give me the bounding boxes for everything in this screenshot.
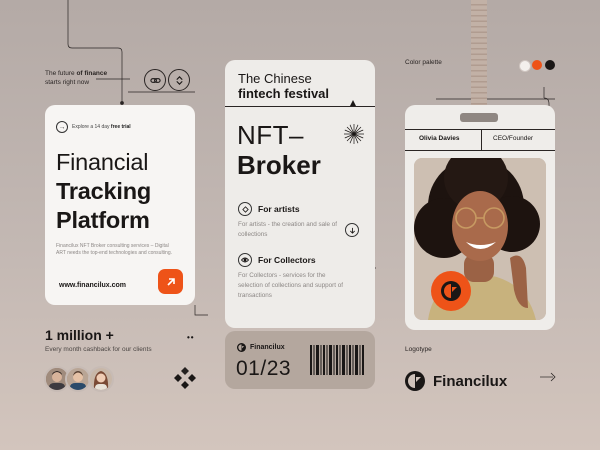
section-artists[interactable]: For artists	[238, 202, 300, 216]
nft-title-line1: NFT–	[237, 120, 304, 150]
financilux-logo-icon	[405, 371, 425, 391]
ticket-brand-text: Financilux	[250, 344, 285, 351]
swap-icon	[175, 75, 183, 85]
platform-card: → Explore a 14 day free trial Financial …	[45, 105, 195, 305]
title-line2: Tracking	[56, 178, 152, 204]
heading-line2: fintech festival	[238, 86, 330, 101]
chain-link-icon	[149, 77, 161, 83]
section-artists-label: For artists	[258, 204, 300, 214]
trial-row[interactable]: → Explore a 14 day free trial	[56, 121, 131, 133]
tagline-bold: of finance	[76, 70, 108, 77]
arrow-down-icon	[349, 227, 355, 234]
trial-text: Explore a 14 day free trial	[72, 124, 131, 130]
badge-role: CEO/Founder	[493, 135, 534, 142]
badge-photo	[414, 158, 546, 320]
trial-bold: free trial	[110, 124, 131, 130]
ticket-brand: Financilux	[237, 343, 285, 352]
section-collectors-description: For Collectors - services for the select…	[238, 272, 344, 299]
divider	[405, 129, 555, 130]
section-collectors-label: For Collectors	[258, 255, 316, 265]
nft-title: NFT– Broker	[237, 120, 321, 180]
open-button[interactable]	[158, 269, 183, 294]
more-dots[interactable]: ••	[187, 333, 195, 342]
heading-line1: The Chinese	[238, 71, 312, 86]
swatch-dark	[545, 60, 555, 70]
logotype-text: Financilux	[433, 372, 508, 390]
id-badge: Olivia Davies CEO/Founder	[405, 105, 555, 330]
festival-heading: The Chinese fintech festival	[238, 71, 329, 101]
platform-title: Financial Tracking Platform	[56, 148, 151, 235]
divider	[481, 129, 482, 150]
ticket-card: Financilux 01/23	[225, 331, 375, 389]
eye-icon	[238, 253, 252, 267]
color-palette-label: Color palette	[405, 59, 442, 66]
trial-prefix: Explore a 14 day	[72, 124, 111, 130]
section-collectors[interactable]: For Collectors	[238, 253, 316, 267]
arrow-up-right-icon	[166, 277, 175, 286]
barcode	[310, 345, 364, 375]
badge-clip	[460, 113, 498, 122]
badge-name: Olivia Davies	[419, 135, 460, 142]
pen-nib-icon	[238, 202, 252, 216]
nft-broker-card: The Chinese fintech festival NFT– Broker…	[225, 60, 375, 328]
website-link[interactable]: www.financilux.com	[59, 282, 126, 289]
knot-icon	[174, 367, 196, 389]
financilux-logo-icon	[237, 343, 246, 352]
logotype-label: Logotype	[405, 346, 432, 353]
arrow-right-icon: →	[56, 121, 68, 133]
stats-subtext: Every month cashback for our clients	[45, 346, 152, 353]
tagline: The future of finance starts right now	[45, 69, 107, 87]
title-line1: Financial	[56, 149, 149, 175]
platform-description: Financilux NFT Broker consulting service…	[56, 243, 173, 257]
logo-badge-button[interactable]	[431, 271, 471, 311]
lanyard-strap	[471, 0, 487, 118]
scroll-down-button[interactable]	[345, 223, 359, 237]
triangle-icon	[350, 100, 356, 106]
stats-headline: 1 million +	[45, 327, 114, 343]
sunburst-icon	[344, 124, 364, 144]
financilux-logo-icon	[441, 281, 461, 301]
logotype: Financilux	[405, 371, 507, 391]
swap-button[interactable]	[168, 69, 190, 91]
avatar	[88, 366, 114, 392]
tagline-line2: starts right now	[45, 79, 90, 86]
swatch-accent	[532, 60, 542, 70]
title-line3: Platform	[56, 207, 150, 233]
ticket-number: 01/23	[236, 357, 292, 380]
section-artists-description: For artists - the creation and sale of c…	[238, 221, 338, 238]
divider	[405, 150, 555, 151]
nft-title-line2: Broker	[237, 150, 321, 180]
chain-link-button[interactable]	[144, 69, 166, 91]
tagline-prefix: The future	[45, 70, 77, 77]
swatch-light	[519, 60, 531, 72]
